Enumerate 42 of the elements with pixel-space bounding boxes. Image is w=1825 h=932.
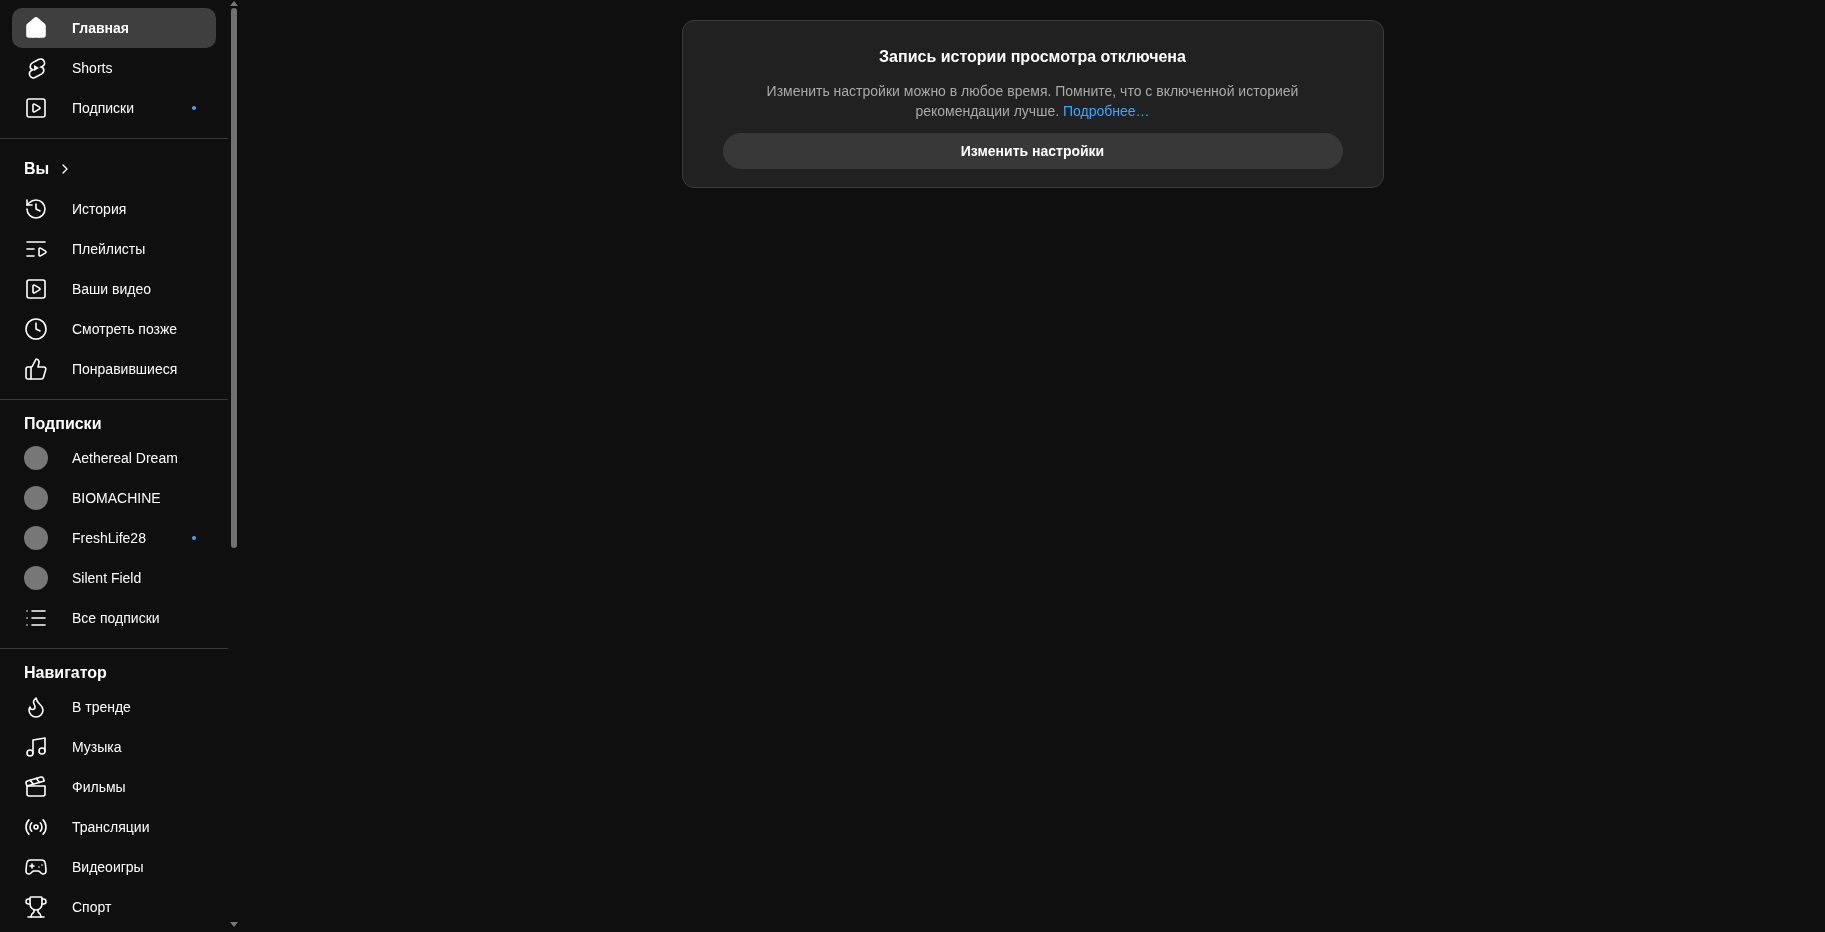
sidebar-item[interactable]: Shorts [12,48,216,88]
channel-avatar [24,566,48,590]
change-settings-button[interactable]: Изменить настройки [722,133,1343,169]
sidebar-item[interactable]: FreshLife28 [12,518,216,558]
sidebar-item[interactable]: Ваши видео [12,269,216,309]
clock-icon [24,317,48,341]
thumbs-up-icon [24,357,48,381]
channel-avatar [24,446,48,470]
sidebar-item[interactable]: В тренде [12,687,216,727]
trophy-icon [24,895,48,919]
sidebar-item[interactable]: Смотреть позже [12,309,216,349]
video-icon [24,277,48,301]
channel-avatar [24,486,48,510]
subscriptions-icon [24,96,48,120]
section-link[interactable]: Вы [12,149,216,189]
sidebar-item[interactable]: Трансляции [12,807,216,847]
scroll-up-arrow-icon[interactable] [230,0,238,6]
home-icon [24,16,48,40]
learn-more-link[interactable]: Подробнее… [1062,103,1150,119]
notice-title: Запись истории просмотра отключена [879,47,1186,67]
sidebar-item[interactable]: Silent Field [12,558,216,598]
sidebar-item[interactable]: История [12,189,216,229]
sidebar-item[interactable]: Спорт [12,887,216,927]
sidebar-item[interactable]: Подписки [12,88,216,128]
history-icon [24,197,48,221]
sidebar-item[interactable]: Aethereal Dream [12,438,216,478]
scroll-down-arrow-icon[interactable] [230,922,238,928]
sidebar-item[interactable]: BIOMACHINE [12,478,216,518]
section-heading: Навигатор [23,663,108,683]
sidebar-item[interactable]: Понравившиеся [12,349,216,389]
sidebar-item[interactable]: Все подписки [12,598,216,638]
sidebar-item[interactable]: Видеоигры [12,847,216,887]
notice-text: Изменить настройки можно в любое время. Помните, что с включенной историей рекомендации лучше. Подробнее… [765,82,1300,121]
sidebar-item[interactable]: Плейлисты [12,229,216,269]
scrollbar-thumb[interactable] [231,8,237,548]
channel-avatar [24,526,48,550]
sidebar-item[interactable]: Фильмы [12,767,216,807]
clapperboard-icon [24,775,48,799]
section-heading: Подписки [23,414,103,434]
sidebar-item[interactable]: Музыка [12,727,216,767]
sidebar-item[interactable]: Главная [12,8,216,48]
music-note-icon [24,735,48,759]
